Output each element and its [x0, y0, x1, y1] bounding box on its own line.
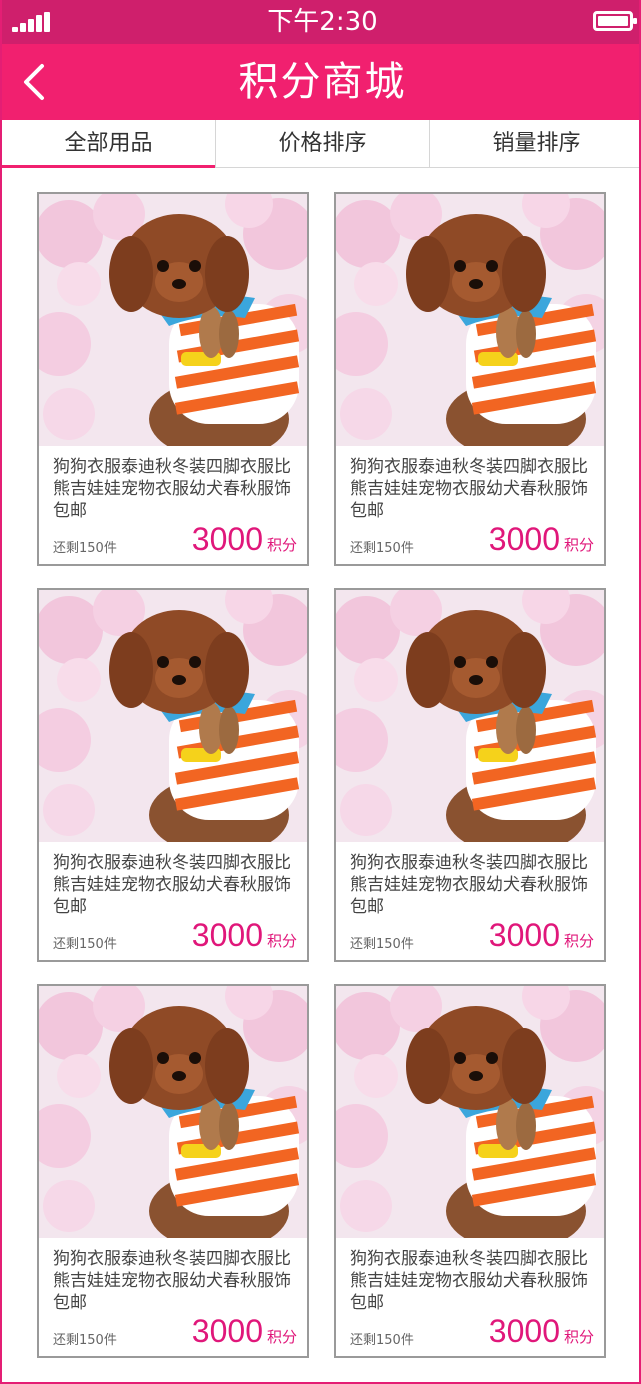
battery-icon [593, 11, 637, 31]
points-price: 3000 积分 [489, 917, 594, 954]
tab-label: 全部用品 [64, 131, 153, 156]
product-title: 狗狗衣服泰迪秋冬装四脚衣服比熊吉娃娃宠物衣服幼犬春秋服饰包邮 [350, 853, 588, 917]
product-image [336, 590, 604, 842]
points-value: 3000 [488, 917, 560, 953]
product-card[interactable]: 狗狗衣服泰迪秋冬装四脚衣服比熊吉娃娃宠物衣服幼犬春秋服饰包邮 还剩150件 30… [334, 588, 606, 962]
phone-screen: 下午2:30 积分商城 全部用品 价格排序 销量排序 狗狗衣服泰迪秋冬装四脚衣服… [0, 0, 641, 1384]
product-thumbnail [336, 590, 604, 842]
product-thumbnail [336, 986, 604, 1238]
tab-label: 价格排序 [278, 131, 367, 156]
product-thumbnail [336, 194, 604, 446]
points-price: 3000 积分 [489, 1313, 594, 1350]
product-grid: 狗狗衣服泰迪秋冬装四脚衣服比熊吉娃娃宠物衣服幼犬春秋服饰包邮 还剩150件 30… [2, 168, 639, 1382]
product-image [39, 194, 307, 446]
points-value: 3000 [191, 1313, 263, 1349]
product-card[interactable]: 狗狗衣服泰迪秋冬装四脚衣服比熊吉娃娃宠物衣服幼犬春秋服饰包邮 还剩150件 30… [37, 984, 309, 1358]
product-title: 狗狗衣服泰迪秋冬装四脚衣服比熊吉娃娃宠物衣服幼犬春秋服饰包邮 [350, 1249, 588, 1313]
points-unit: 积分 [563, 932, 594, 950]
product-thumbnail [39, 194, 307, 446]
stock-remaining: 还剩150件 [350, 1333, 414, 1348]
product-card[interactable]: 狗狗衣服泰迪秋冬装四脚衣服比熊吉娃娃宠物衣服幼犬春秋服饰包邮 还剩150件 30… [37, 588, 309, 962]
stock-remaining: 还剩150件 [350, 541, 414, 556]
product-title: 狗狗衣服泰迪秋冬装四脚衣服比熊吉娃娃宠物衣服幼犬春秋服饰包邮 [53, 1249, 291, 1313]
status-bar: 下午2:30 [2, 0, 639, 44]
product-card[interactable]: 狗狗衣服泰迪秋冬装四脚衣服比熊吉娃娃宠物衣服幼犬春秋服饰包邮 还剩150件 30… [37, 192, 309, 566]
tab-bar: 全部用品 价格排序 销量排序 [2, 120, 639, 169]
points-price: 3000 积分 [192, 917, 297, 954]
product-image [336, 986, 604, 1238]
points-unit: 积分 [266, 1328, 297, 1346]
product-image [39, 590, 307, 842]
points-unit: 积分 [266, 536, 297, 554]
tab-label: 销量排序 [492, 131, 581, 156]
points-value: 3000 [191, 521, 263, 557]
product-image [336, 194, 604, 446]
points-value: 3000 [488, 1313, 560, 1349]
points-price: 3000 积分 [192, 521, 297, 558]
points-unit: 积分 [563, 536, 594, 554]
status-time: 下午2:30 [267, 7, 378, 37]
product-card[interactable]: 狗狗衣服泰迪秋冬装四脚衣服比熊吉娃娃宠物衣服幼犬春秋服饰包邮 还剩150件 30… [334, 192, 606, 566]
product-title: 狗狗衣服泰迪秋冬装四脚衣服比熊吉娃娃宠物衣服幼犬春秋服饰包邮 [53, 853, 291, 917]
points-price: 3000 积分 [192, 1313, 297, 1350]
stock-remaining: 还剩150件 [53, 541, 117, 556]
page-title: 积分商城 [238, 59, 407, 105]
stock-remaining: 还剩150件 [53, 1333, 117, 1348]
tab-price-sort[interactable]: 价格排序 [215, 120, 429, 167]
nav-bar: 积分商城 [2, 44, 639, 120]
points-unit: 积分 [563, 1328, 594, 1346]
product-title: 狗狗衣服泰迪秋冬装四脚衣服比熊吉娃娃宠物衣服幼犬春秋服饰包邮 [350, 457, 588, 521]
points-unit: 积分 [266, 932, 297, 950]
product-image [39, 986, 307, 1238]
product-title: 狗狗衣服泰迪秋冬装四脚衣服比熊吉娃娃宠物衣服幼犬春秋服饰包邮 [53, 457, 291, 521]
points-value: 3000 [488, 521, 560, 557]
tab-all-products[interactable]: 全部用品 [2, 120, 215, 169]
tab-sales-sort[interactable]: 销量排序 [429, 120, 639, 167]
stock-remaining: 还剩150件 [53, 937, 117, 952]
product-card[interactable]: 狗狗衣服泰迪秋冬装四脚衣服比熊吉娃娃宠物衣服幼犬春秋服饰包邮 还剩150件 30… [334, 984, 606, 1358]
points-value: 3000 [191, 917, 263, 953]
points-price: 3000 积分 [489, 521, 594, 558]
product-thumbnail [39, 986, 307, 1238]
stock-remaining: 还剩150件 [350, 937, 414, 952]
product-thumbnail [39, 590, 307, 842]
